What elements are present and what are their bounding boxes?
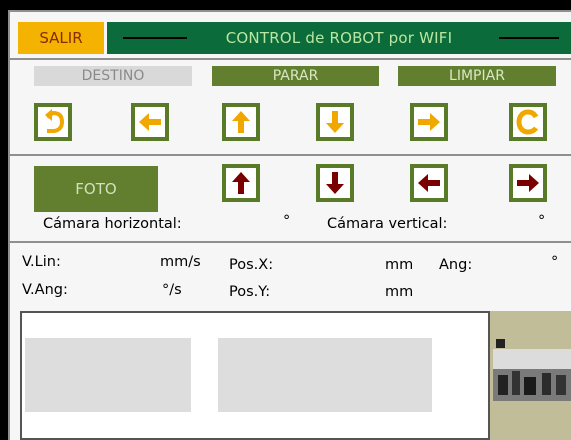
- move-backward-button[interactable]: [316, 103, 354, 141]
- move-left-button[interactable]: [131, 103, 169, 141]
- arrow-left-icon: [418, 174, 440, 192]
- map-placeholder: [218, 338, 432, 412]
- camera-horizontal-unit: °: [283, 213, 291, 229]
- destination-button[interactable]: DESTINO: [34, 66, 192, 86]
- camera-vertical-unit: °: [538, 213, 546, 229]
- arrow-up-icon: [232, 172, 250, 194]
- move-right-button[interactable]: [410, 103, 448, 141]
- position-x-unit: mm: [385, 257, 414, 273]
- angular-velocity-label: V.Ang:: [22, 282, 68, 298]
- position-y-unit: mm: [385, 284, 414, 300]
- rotate-cw-icon: [516, 109, 539, 135]
- angular-velocity-unit: °/s: [162, 282, 182, 298]
- photo-button[interactable]: FOTO: [34, 166, 158, 212]
- arrow-right-icon: [517, 174, 539, 192]
- camera-up-button[interactable]: [222, 164, 260, 202]
- camera-image: [490, 311, 571, 440]
- map-placeholder: [25, 338, 191, 412]
- position-y-label: Pos.Y:: [229, 284, 271, 300]
- stop-button[interactable]: PARAR: [212, 66, 379, 86]
- camera-vertical-label: Cámara vertical:: [327, 216, 448, 232]
- camera-down-button[interactable]: [316, 164, 354, 202]
- divider: [8, 154, 571, 156]
- angle-label: Ang:: [439, 257, 473, 273]
- rotate-left-button[interactable]: [34, 103, 72, 141]
- divider: [8, 241, 571, 243]
- linear-velocity-label: V.Lin:: [22, 254, 61, 270]
- clear-button[interactable]: LIMPIAR: [398, 66, 556, 86]
- arrow-right-icon: [418, 113, 440, 131]
- arrow-left-icon: [139, 113, 161, 131]
- divider: [8, 58, 571, 60]
- arrow-down-icon: [326, 111, 344, 133]
- rotate-ccw-icon: [45, 109, 65, 133]
- move-forward-button[interactable]: [222, 103, 260, 141]
- app-title: CONTROL de ROBOT por WIFI: [225, 29, 453, 47]
- title-bar: CONTROL de ROBOT por WIFI: [107, 22, 571, 54]
- camera-horizontal-label: Cámara horizontal:: [43, 216, 182, 232]
- arrow-up-icon: [232, 111, 250, 133]
- camera-left-button[interactable]: [410, 164, 448, 202]
- camera-photo-icon: [490, 311, 571, 440]
- rotate-right-button[interactable]: [509, 103, 547, 141]
- position-x-label: Pos.X:: [229, 257, 274, 273]
- robot-control-window: SALIR CONTROL de ROBOT por WIFI DESTINO …: [0, 0, 571, 440]
- angle-unit: °: [551, 254, 559, 270]
- camera-right-button[interactable]: [509, 164, 547, 202]
- arrow-down-icon: [326, 172, 344, 194]
- linear-velocity-unit: mm/s: [160, 254, 201, 270]
- exit-button[interactable]: SALIR: [18, 22, 104, 54]
